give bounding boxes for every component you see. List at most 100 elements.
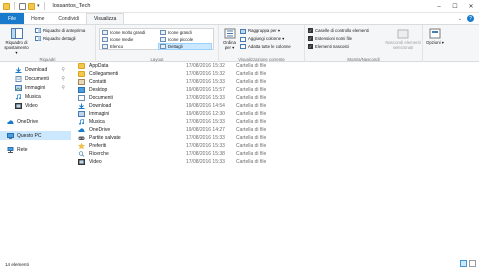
large-icons-view-icon[interactable] (469, 260, 476, 267)
window-controls: – ☐ ✕ (431, 0, 479, 13)
sidebar-item-label: Video (25, 102, 38, 109)
pin-icon[interactable]: ⚲ (61, 67, 65, 73)
list-item[interactable]: Collegamenti 17/08/2016 15:32 Cartella d… (74, 70, 404, 78)
medium-icons-icon (102, 37, 108, 42)
layout-medium-icons[interactable]: Icone medie (102, 37, 133, 42)
layout-extra-large-icons[interactable]: Icone molto grandi (102, 30, 145, 35)
list-item[interactable]: Download 19/08/2016 14:54 Cartella di fi… (74, 102, 404, 110)
file-name: Contatti (89, 79, 107, 85)
searches-icon (78, 151, 85, 157)
group-panes: Riquadro di spostamento ▾ Riquadro di an… (0, 25, 96, 63)
properties-icon[interactable] (19, 2, 26, 10)
hide-selected-button[interactable]: Nascondi elementi selezionati (385, 28, 421, 50)
quick-access-separator (14, 2, 15, 10)
fit-columns-button[interactable]: Adatta tutte le colonne (240, 44, 291, 49)
layout-gallery: Icone molto grandi Icone grandi Icone me… (99, 28, 214, 50)
expand-ribbon-icon[interactable]: ⌄ (458, 16, 462, 22)
window-title: lossantos_Tech (52, 3, 91, 9)
list-item[interactable]: Preferiti 17/08/2016 15:33 Cartella di f… (74, 142, 404, 150)
preview-pane-button[interactable]: Riquadro di anteprima (35, 28, 85, 33)
list-item[interactable]: Desktop 19/08/2016 15:57 Cartella di fil… (74, 86, 404, 94)
tab-file[interactable]: File (0, 13, 25, 24)
item-checkboxes-label: Caselle di controllo elementi (315, 28, 369, 33)
sidebar-item-label: OneDrive (17, 118, 39, 125)
group-by-icon (240, 28, 246, 34)
checkbox-icon: ✓ (308, 43, 313, 49)
hide-selected-icon (397, 29, 409, 39)
list-item[interactable]: OneDrive 19/08/2016 14:27 Cartella di fi… (74, 126, 404, 134)
maximize-button[interactable]: ☐ (447, 0, 463, 13)
download-icon (78, 103, 85, 109)
sort-by-button[interactable]: Ordina per ▾ (221, 28, 238, 50)
list-item[interactable]: Contatti 17/08/2016 15:33 Cartella di fi… (74, 78, 404, 86)
file-name: Immagini (89, 111, 110, 117)
details-icon (160, 44, 166, 49)
navigation-pane: Download ⚲ Documenti ⚲ Immagini ⚲ Musica… (0, 62, 71, 258)
pictures-icon (15, 84, 22, 91)
sidebar-item-musica[interactable]: Musica (0, 92, 71, 101)
contacts-icon (78, 79, 85, 85)
layout-list[interactable]: Elenco (102, 44, 123, 49)
list-item[interactable]: Documenti 17/08/2016 15:33 Cartella di f… (74, 94, 404, 102)
list-icon (102, 44, 108, 49)
list-item[interactable]: Video 17/08/2016 15:33 Cartella di file (74, 158, 404, 166)
file-type: Cartella di file (236, 135, 267, 141)
sidebar-item-rete[interactable]: Rete (0, 145, 71, 154)
ribbon-tabs: File Home Condividi Visualizza ⌄ ? (0, 13, 479, 24)
sidebar-item-label: Immagini (25, 84, 46, 91)
minimize-button[interactable]: – (431, 0, 447, 13)
new-folder-icon[interactable] (28, 2, 35, 10)
group-by-button[interactable]: Raggruppa per ▾ (240, 28, 280, 34)
file-date: 17/08/2016 15:33 (186, 119, 225, 125)
options-icon (429, 28, 441, 39)
sidebar-item-download[interactable]: Download ⚲ (0, 65, 71, 74)
sidebar-item-video[interactable]: Video (0, 101, 71, 110)
hidden-items-toggle[interactable]: ✓ Elementi nascosti (308, 44, 349, 49)
sidebar-item-label: Questo PC (17, 132, 42, 139)
close-button[interactable]: ✕ (463, 0, 479, 13)
quick-access-dropdown-icon[interactable]: ▾ (37, 3, 40, 9)
favorites-icon (78, 143, 85, 149)
list-item[interactable]: Musica 17/08/2016 15:33 Cartella di file (74, 118, 404, 126)
layout-large-icons[interactable]: Icone grandi (160, 30, 192, 35)
add-columns-label: Aggiungi colonne ▾ (248, 36, 285, 41)
layout-details[interactable]: Dettagli (158, 43, 212, 50)
pin-icon[interactable]: ⚲ (61, 76, 65, 82)
list-item[interactable]: Immagini 19/08/2016 12:30 Cartella di fi… (74, 110, 404, 118)
fit-columns-icon (240, 44, 246, 49)
list-item[interactable]: AppData 17/08/2016 15:32 Cartella di fil… (74, 62, 404, 70)
navigation-pane-label: Riquadro di spostamento ▾ (4, 40, 29, 55)
file-extensions-toggle[interactable]: ✓ Estensioni nomi file (308, 36, 352, 41)
file-date: 17/08/2016 15:32 (186, 63, 225, 69)
links-icon (78, 71, 85, 77)
file-name: Musica (89, 119, 105, 125)
tab-view[interactable]: Visualizza (85, 13, 125, 24)
sidebar-item-documenti[interactable]: Documenti ⚲ (0, 74, 71, 83)
documents-icon (78, 95, 85, 101)
music-icon (16, 93, 21, 100)
file-list: AppData 17/08/2016 15:32 Cartella di fil… (74, 62, 479, 258)
layout-item-label: Icone molto grandi (110, 30, 146, 35)
file-name: OneDrive (89, 127, 111, 133)
layout-small-icons[interactable]: Icone piccole (160, 37, 193, 42)
list-item[interactable]: Ricerche 17/08/2016 15:38 Cartella di fi… (74, 150, 404, 158)
item-count: 14 elementi (5, 261, 29, 267)
title-separator (43, 2, 45, 10)
sidebar-item-onedrive[interactable]: OneDrive (0, 117, 71, 126)
sidebar-item-questo-pc[interactable]: Questo PC (0, 131, 71, 140)
navigation-pane-button[interactable]: Riquadro di spostamento ▾ (3, 28, 30, 55)
sidebar-item-immagini[interactable]: Immagini ⚲ (0, 83, 71, 92)
details-view-icon[interactable] (460, 260, 467, 267)
tab-home[interactable]: Home (24, 13, 51, 24)
options-button[interactable]: Opzioni ▾ (425, 28, 445, 45)
help-icon[interactable]: ? (467, 15, 474, 22)
fit-columns-label: Adatta tutte le colonne (248, 44, 291, 49)
file-type: Cartella di file (236, 151, 267, 157)
list-item[interactable]: Partite salvate 17/08/2016 15:33 Cartell… (74, 134, 404, 142)
details-pane-button[interactable]: Riquadro dettagli (35, 36, 76, 41)
pin-icon[interactable]: ⚲ (61, 85, 65, 91)
add-columns-button[interactable]: Aggiungi colonne ▾ (240, 36, 284, 42)
item-checkboxes-toggle[interactable]: ✓ Caselle di controllo elementi (308, 28, 369, 33)
tab-share[interactable]: Condividi (51, 13, 86, 24)
layout-item-label: Icone piccole (168, 37, 194, 42)
